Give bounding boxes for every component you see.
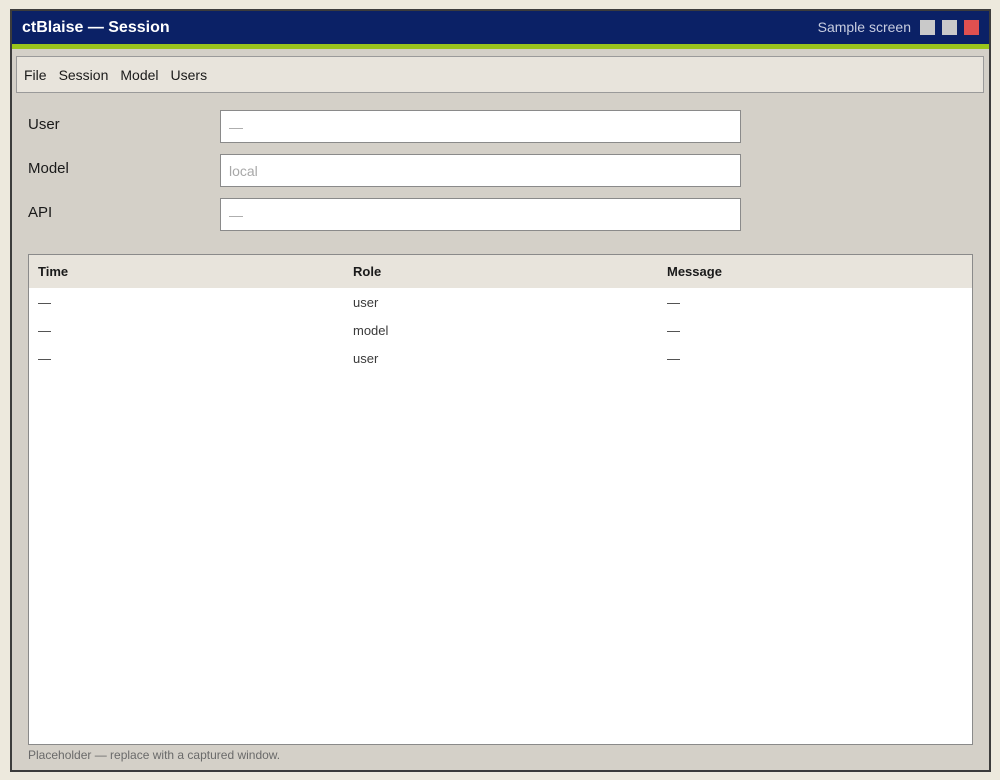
placeholder-note: Placeholder — replace with a captured wi… [28,748,281,762]
table-header: Time Role Message [29,255,972,288]
app-window: ctBlaise — Session Sample screen File Se… [10,9,991,772]
cell-time: — [38,294,51,310]
menu-bar: File Session Model Users [16,56,984,93]
column-header-role[interactable]: Role [344,264,658,279]
table-row[interactable]: — model — [29,316,972,344]
cell-message: — [667,322,680,338]
model-label: Model [28,160,69,177]
sample-screen-label: Sample screen [817,19,911,35]
table-row[interactable]: — user — [29,288,972,316]
user-label: User [28,116,60,133]
table-row[interactable]: — user — [29,344,972,372]
session-table: Time Role Message — user — — model — — u… [28,254,973,745]
api-field[interactable] [220,198,741,231]
minimize-button[interactable] [920,19,935,35]
close-button[interactable] [964,19,979,35]
cell-role: user [353,294,379,310]
cell-time: — [38,322,51,338]
menu-file[interactable]: File [24,67,47,83]
menu-session[interactable]: Session [59,67,109,83]
title-bar-controls: Sample screen [818,19,979,35]
maximize-button[interactable] [942,19,957,35]
column-header-time[interactable]: Time [29,264,344,279]
cell-message: — [667,294,680,310]
title-bar[interactable]: ctBlaise — Session Sample screen [12,11,989,49]
model-field[interactable] [220,154,741,187]
api-label: API [28,204,53,221]
window-title: ctBlaise — Session [22,19,170,36]
cell-message: — [667,350,680,366]
cell-role: model [353,322,389,338]
menu-model[interactable]: Model [120,67,158,83]
cell-time: — [38,350,51,366]
column-header-message[interactable]: Message [658,264,972,279]
cell-role: user [353,350,379,366]
menu-users[interactable]: Users [171,67,208,83]
user-field[interactable] [220,110,741,143]
